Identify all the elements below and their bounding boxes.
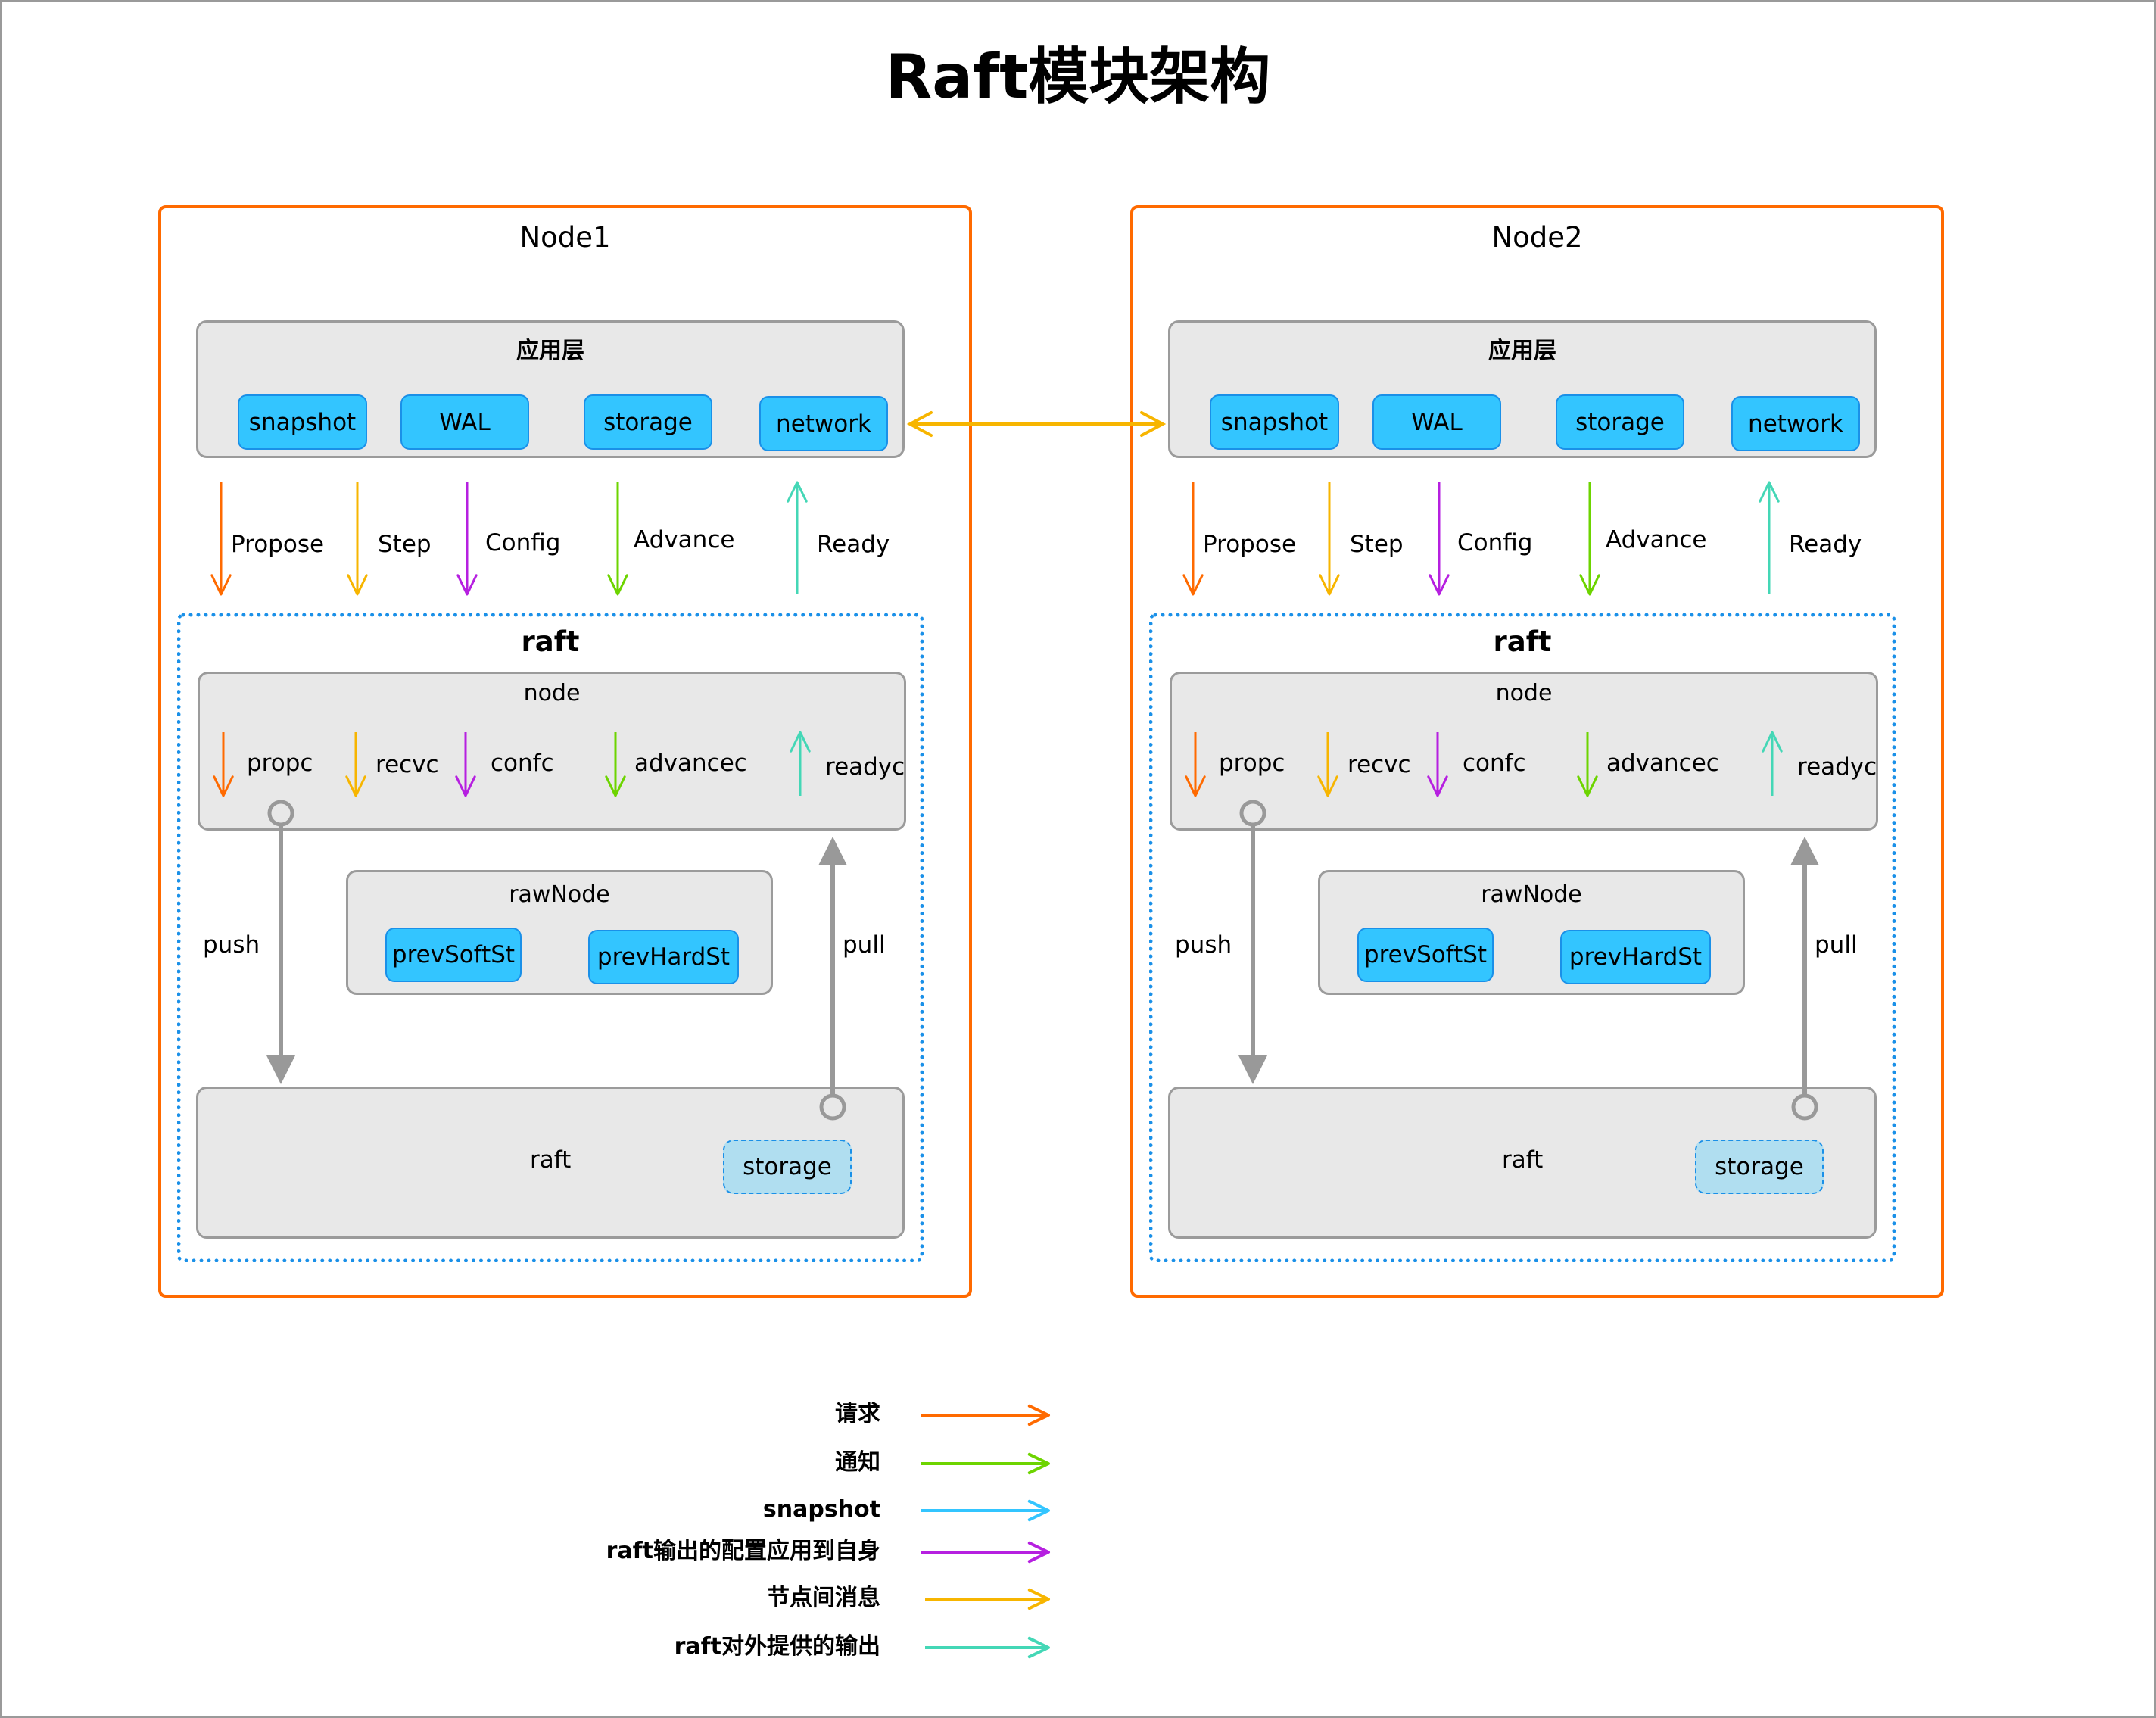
node2-confc-label: confc: [1463, 750, 1526, 777]
node2-app-layer-label: 应用层: [1488, 338, 1556, 364]
node1-raft-storage-chip[interactable]: storage: [723, 1140, 852, 1194]
diagram-title: Raft模块架构: [885, 42, 1271, 112]
node2-push-label: push: [1175, 931, 1232, 959]
node2-config-label: Config: [1457, 529, 1533, 557]
node1-raft-title: raft: [521, 625, 580, 658]
node1-rawnode-chip-prevsoftst[interactable]: prevSoftSt: [385, 928, 522, 982]
node2-ready-label: Ready: [1789, 531, 1862, 558]
node2-pull-label: pull: [1815, 931, 1858, 959]
node2-rawnode-label: rawNode: [1481, 881, 1582, 908]
legend-label-0: 请求: [835, 1401, 880, 1427]
node2-rawnode-chip-prevhardst[interactable]: prevHardSt: [1560, 930, 1711, 984]
node1-step-label: Step: [378, 531, 432, 558]
node2-raft-title: raft: [1493, 625, 1552, 658]
node2-title: Node2: [1491, 221, 1583, 254]
node1-ready-label: Ready: [817, 531, 890, 558]
node1-push-label: push: [203, 931, 260, 959]
node2-recvc-label: recvc: [1348, 751, 1411, 778]
node1-app-chip-snapshot[interactable]: snapshot: [238, 394, 367, 450]
node2-raft-core-label: raft: [1502, 1146, 1544, 1174]
node2-node-box-label: node: [1495, 680, 1553, 706]
node1-config-label: Config: [485, 529, 561, 557]
legend-label-1: 通知: [835, 1449, 880, 1476]
node1-readyc-label: readyc: [825, 753, 905, 781]
legend-label-5: raft对外提供的输出: [674, 1633, 880, 1660]
node2-propose-label: Propose: [1203, 531, 1297, 558]
node2-advancec-label: advancec: [1606, 750, 1719, 777]
node2-app-chip-snapshot[interactable]: snapshot: [1210, 394, 1339, 450]
node2-app-chip-network[interactable]: network: [1731, 396, 1860, 451]
node2-advance-label: Advance: [1606, 526, 1707, 553]
node1-title: Node1: [519, 221, 611, 254]
node1-recvc-label: recvc: [375, 751, 439, 778]
node1-node-box-label: node: [523, 680, 581, 706]
node1-app-chip-network[interactable]: network: [759, 396, 888, 451]
node1-propose-label: Propose: [231, 531, 325, 558]
node2-propc-label: propc: [1219, 750, 1285, 777]
node2-raft-storage-chip[interactable]: storage: [1695, 1140, 1824, 1194]
node1-rawnode-label: rawNode: [509, 881, 610, 908]
node2-app-chip-wal[interactable]: WAL: [1372, 394, 1501, 450]
node1-propc-label: propc: [247, 750, 313, 777]
node1-advancec-label: advancec: [634, 750, 747, 777]
node1-app-layer-label: 应用层: [516, 338, 584, 364]
node2-readyc-label: readyc: [1797, 753, 1877, 781]
node2-app-chip-storage[interactable]: storage: [1556, 394, 1684, 450]
node1-raft-core-label: raft: [530, 1146, 572, 1174]
node1-pull-label: pull: [843, 931, 886, 959]
node2-step-label: Step: [1350, 531, 1404, 558]
node1-app-chip-wal[interactable]: WAL: [400, 394, 529, 450]
legend-label-3: raft输出的配置应用到自身: [606, 1538, 880, 1564]
node1-confc-label: confc: [491, 750, 554, 777]
node1-advance-label: Advance: [634, 526, 735, 553]
legend-label-2: snapshot: [762, 1496, 880, 1523]
node1-app-chip-storage[interactable]: storage: [584, 394, 712, 450]
node2-rawnode-chip-prevsoftst[interactable]: prevSoftSt: [1357, 928, 1494, 982]
legend-label-4: 节点间消息: [767, 1585, 880, 1611]
node1-rawnode-chip-prevhardst[interactable]: prevHardSt: [588, 930, 739, 984]
